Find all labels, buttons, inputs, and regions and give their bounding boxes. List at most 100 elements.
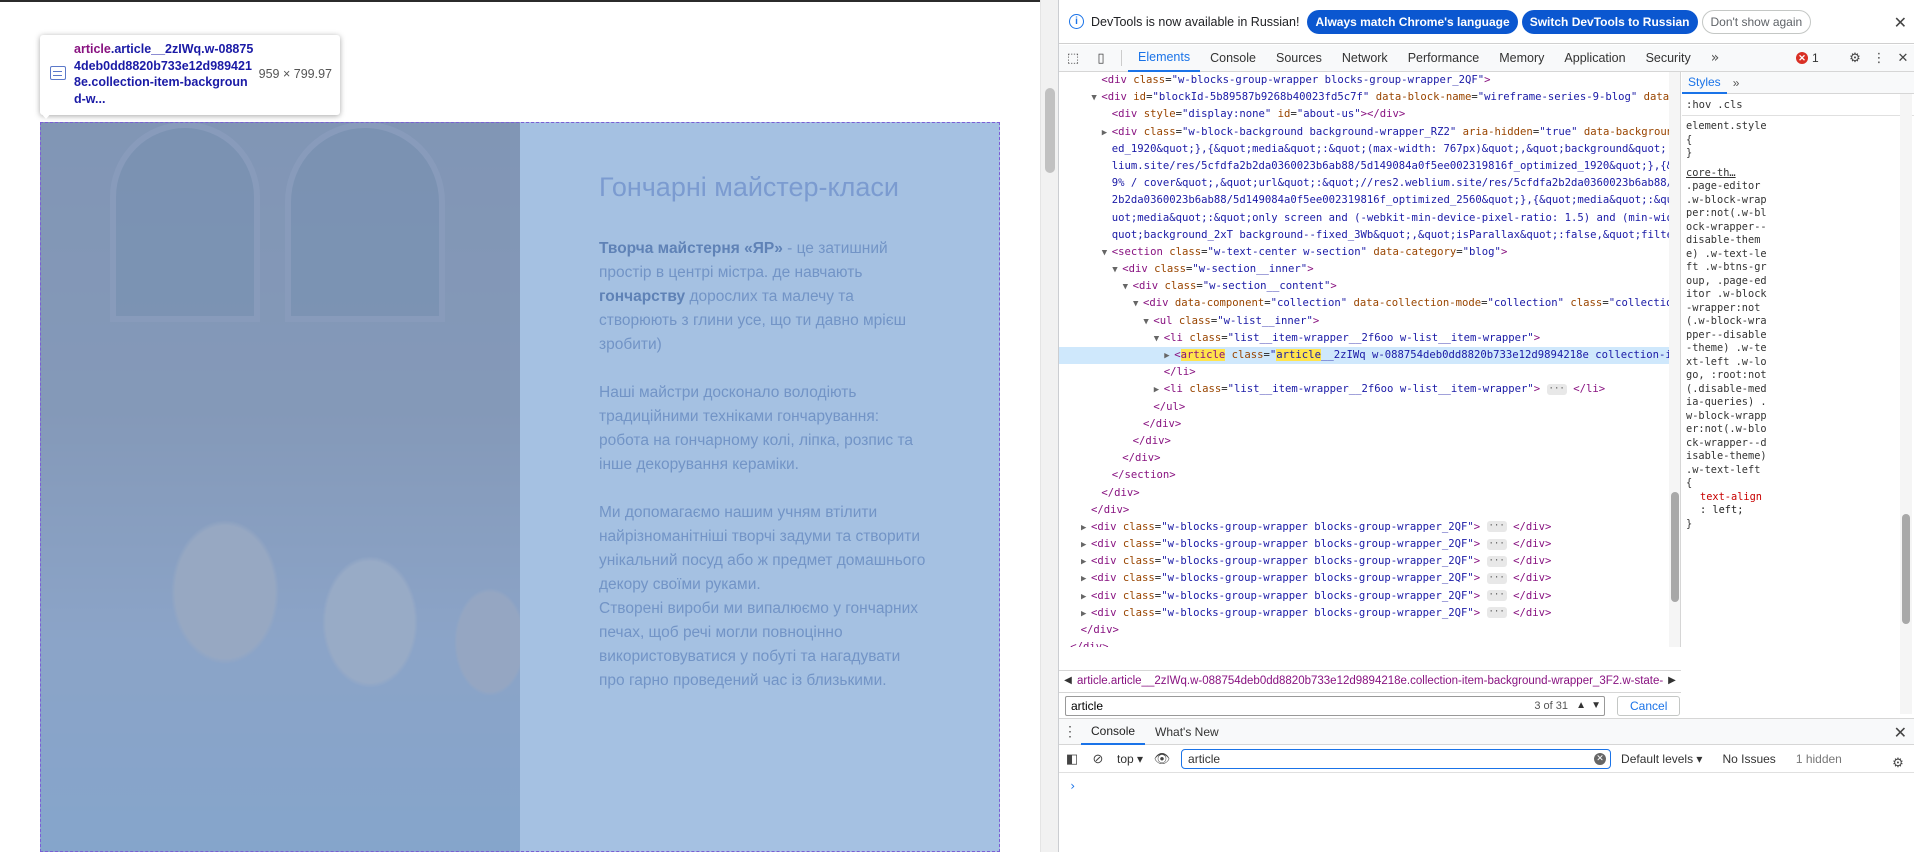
dont-show-again-button[interactable]: Don't show again: [1701, 9, 1812, 34]
tab-performance[interactable]: Performance: [1398, 45, 1490, 72]
tab-network[interactable]: Network: [1332, 45, 1398, 72]
dom-node[interactable]: ▶ <div class="w-blocks-group-wrapper bloc…: [1059, 605, 1669, 622]
page-scrollbar-thumb[interactable]: [1045, 88, 1055, 173]
dom-node[interactable]: ▶ <div class="w-blocks-group-wrapper bloc…: [1059, 570, 1669, 587]
dom-node[interactable]: <div style="display:none" id="about-us">…: [1059, 106, 1669, 123]
expand-toggle-icon[interactable]: ▼: [1143, 314, 1153, 331]
expand-toggle-icon[interactable]: ▶: [1154, 382, 1164, 399]
dom-node[interactable]: ▼ <div class="w-section__content">: [1059, 278, 1669, 295]
console-settings-gear-icon[interactable]: ⚙: [1885, 750, 1911, 776]
breadcrumb[interactable]: article.article__2zIWq.w-088754deb0dd882…: [1077, 675, 1663, 687]
dom-node[interactable]: 9% / cover&quot;,&quot;url&quot;:&quot;/…: [1059, 175, 1669, 192]
expand-toggle-icon[interactable]: ▶: [1102, 125, 1112, 142]
close-icon[interactable]: ✕: [1894, 13, 1907, 32]
expand-toggle-icon[interactable]: ▶: [1081, 571, 1091, 588]
dom-node[interactable]: </div>: [1059, 502, 1669, 519]
rule-selector[interactable]: .page-editor .w-block-wrapper:not(.w-blo…: [1686, 180, 1770, 491]
issues-counter[interactable]: No Issues: [1722, 752, 1775, 766]
hov-toggle[interactable]: :hov: [1686, 99, 1711, 111]
dom-node-selected[interactable]: ▶ <article class="article__2zIWq w-088754…: [1059, 347, 1669, 365]
expand-toggle-icon[interactable]: ▼: [1091, 90, 1101, 107]
expand-toggle-icon[interactable]: ▼: [1123, 279, 1133, 296]
more-tabs-icon[interactable]: »: [1701, 50, 1730, 66]
dom-node[interactable]: 2b2da0360023b6ab88/5d149084a0f5ee0023198…: [1059, 192, 1669, 209]
kebab-menu-icon[interactable]: ⋮: [1867, 46, 1891, 72]
expand-toggle-icon[interactable]: ▶: [1081, 606, 1091, 623]
clear-filter-icon[interactable]: ✕: [1594, 752, 1607, 765]
dom-node[interactable]: ▶ <div class="w-block-background backgrou…: [1059, 124, 1669, 141]
dom-node[interactable]: ▶ <div class="w-blocks-group-wrapper bloc…: [1059, 519, 1669, 536]
dom-node[interactable]: </div>: [1059, 622, 1669, 639]
expand-toggle-icon[interactable]: ▶: [1081, 520, 1091, 537]
sidebar-toggle-icon[interactable]: ◧: [1059, 746, 1085, 772]
search-prev-icon[interactable]: ▲: [1576, 700, 1586, 711]
switch-russian-button[interactable]: Switch DevTools to Russian: [1521, 9, 1698, 34]
dom-node[interactable]: ▼ <div id="blockId-5b89587b9268b40023fd5c…: [1059, 89, 1669, 106]
clear-console-icon[interactable]: ⊘: [1085, 746, 1111, 772]
css-value[interactable]: : left;: [1686, 504, 1770, 518]
dom-node[interactable]: quot;background_2xT background--fixed_3W…: [1059, 227, 1669, 244]
tab-console[interactable]: Console: [1200, 45, 1266, 72]
dom-node[interactable]: <div class="w-blocks-group-wrapper block…: [1059, 72, 1669, 89]
tab-styles[interactable]: Styles: [1682, 72, 1727, 94]
dom-node[interactable]: lium.site/res/5cfdfa2b2da0360023b6ab88/5…: [1059, 158, 1669, 175]
dom-node[interactable]: ▼ <ul class="w-list__inner">: [1059, 313, 1669, 330]
eye-icon[interactable]: 👁: [1149, 746, 1175, 772]
inspect-element-icon[interactable]: ⬚: [1059, 45, 1087, 71]
log-levels-dropdown[interactable]: Default levels ▾: [1621, 752, 1702, 766]
dom-node[interactable]: ▼ <li class="list__item-wrapper__2f6oo w-…: [1059, 330, 1669, 347]
device-toolbar-icon[interactable]: ▯: [1087, 45, 1115, 71]
console-prompt[interactable]: ›: [1059, 773, 1914, 799]
dom-vscroll-thumb[interactable]: [1671, 492, 1679, 602]
breadcrumb-right-arrow-icon[interactable]: ▶: [1663, 675, 1681, 686]
dom-vertical-scrollbar[interactable]: [1669, 72, 1680, 647]
expand-toggle-icon[interactable]: ▼: [1154, 331, 1164, 348]
tab-security[interactable]: Security: [1636, 45, 1701, 72]
dom-tree[interactable]: <div class="w-blocks-group-wrapper block…: [1059, 72, 1669, 647]
tab-application[interactable]: Application: [1554, 45, 1635, 72]
tab-sources[interactable]: Sources: [1266, 45, 1332, 72]
drawer-tab-whats-new[interactable]: What's New: [1145, 719, 1229, 745]
drawer-tab-console[interactable]: Console: [1081, 719, 1146, 745]
dom-node[interactable]: ed_1920&quot;},{&quot;media&quot;:&quot;…: [1059, 141, 1669, 158]
search-next-icon[interactable]: ▼: [1591, 700, 1601, 711]
close-drawer-icon[interactable]: ✕: [1894, 723, 1907, 743]
drawer-menu-icon[interactable]: ⋮: [1059, 723, 1081, 740]
dom-node[interactable]: ▼ <div class="w-section__inner">: [1059, 261, 1669, 278]
expand-toggle-icon[interactable]: ▼: [1112, 262, 1122, 279]
dom-node[interactable]: ▶ <div class="w-blocks-group-wrapper bloc…: [1059, 536, 1669, 553]
dom-node[interactable]: </div>: [1059, 485, 1669, 502]
dom-search-input[interactable]: article 3 of 31 ▲ ▼: [1065, 695, 1605, 716]
settings-gear-icon[interactable]: ⚙: [1843, 46, 1867, 72]
dom-node[interactable]: ▶ <div class="w-blocks-group-wrapper bloc…: [1059, 588, 1669, 605]
dom-node[interactable]: uot;media&quot;:&quot;only screen and (-…: [1059, 210, 1669, 227]
dom-node[interactable]: </ul>: [1059, 399, 1669, 416]
cls-toggle[interactable]: .cls: [1717, 99, 1742, 111]
expand-toggle-icon[interactable]: ▶: [1081, 589, 1091, 606]
dom-node[interactable]: </div>: [1059, 450, 1669, 467]
expand-toggle-icon[interactable]: ▼: [1133, 296, 1143, 313]
tab-memory[interactable]: Memory: [1489, 45, 1554, 72]
console-filter-input[interactable]: article ✕: [1181, 748, 1612, 769]
dom-node[interactable]: </li>: [1059, 364, 1669, 381]
page-scrollbar[interactable]: [1040, 0, 1058, 852]
expand-toggle-icon[interactable]: ▶: [1081, 537, 1091, 554]
dom-node[interactable]: ▶ <div class="w-blocks-group-wrapper bloc…: [1059, 553, 1669, 570]
search-cancel-button[interactable]: Cancel: [1617, 695, 1681, 716]
styles-scrollbar[interactable]: [1900, 94, 1912, 714]
element-style-rule[interactable]: element.style {: [1686, 120, 1770, 147]
dom-node[interactable]: </div>: [1059, 639, 1669, 647]
context-select[interactable]: top ▾: [1117, 752, 1143, 766]
dom-node[interactable]: ▼ <div data-component="collection" data-c…: [1059, 295, 1669, 312]
tab-elements[interactable]: Elements: [1128, 45, 1201, 72]
dom-node[interactable]: </div>: [1059, 416, 1669, 433]
more-tabs-icon[interactable]: »: [1727, 76, 1746, 90]
dom-node[interactable]: </div>: [1059, 433, 1669, 450]
dom-node[interactable]: </section>: [1059, 467, 1669, 484]
close-devtools-icon[interactable]: ✕: [1891, 46, 1914, 72]
expand-toggle-icon[interactable]: ▶: [1164, 348, 1174, 365]
css-property[interactable]: text-align: [1686, 491, 1770, 505]
dom-node[interactable]: ▶ <li class="list__item-wrapper__2f6oo w-…: [1059, 381, 1669, 398]
style-source-link[interactable]: core-th…: [1686, 167, 1770, 181]
styles-scroll-thumb[interactable]: [1902, 514, 1910, 624]
